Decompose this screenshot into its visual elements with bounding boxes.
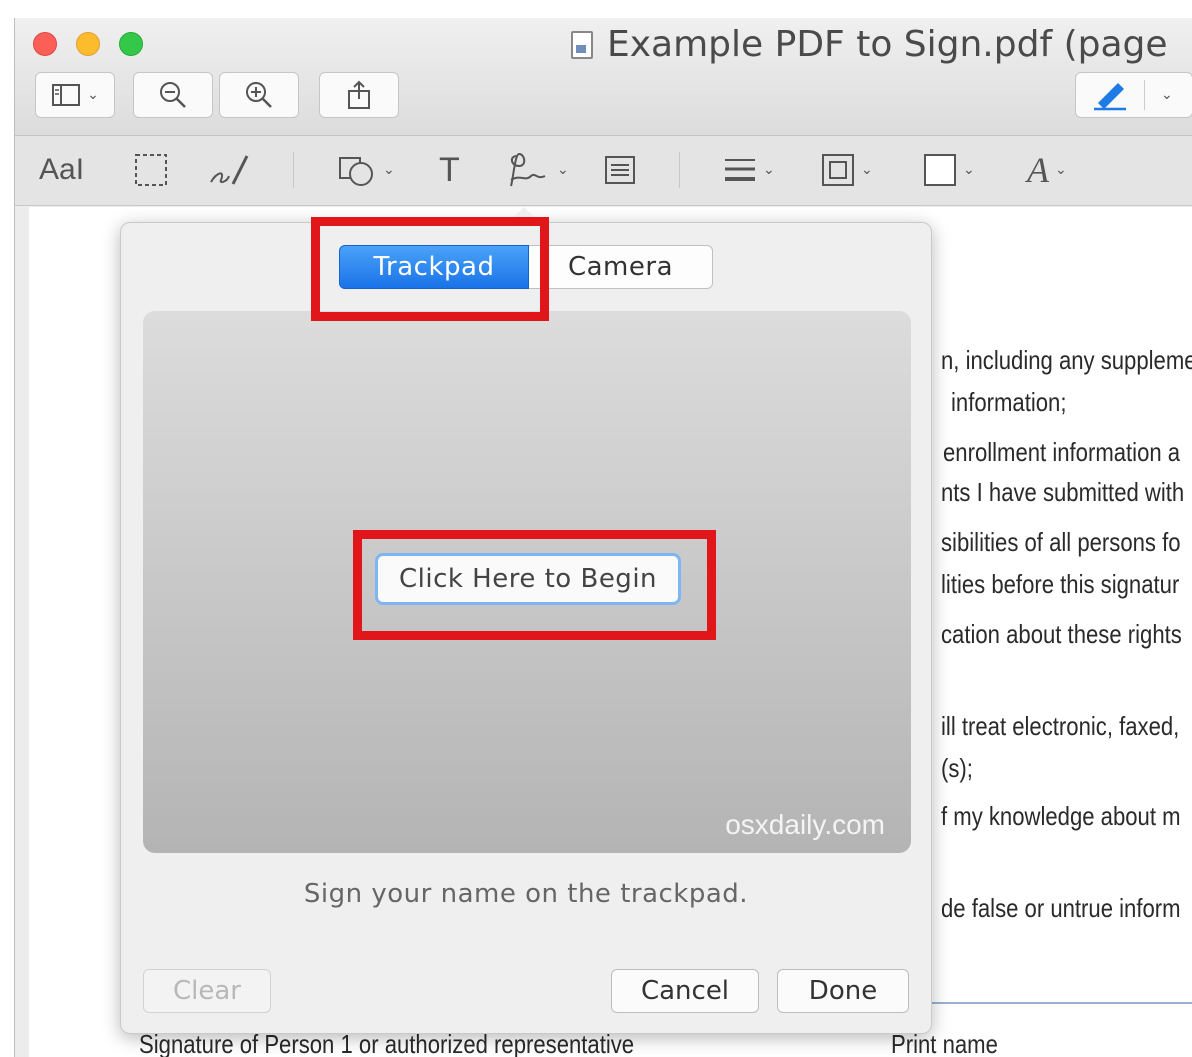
window-title: Example PDF to Sign.pdf (page [571,24,1168,65]
pdf-text-line: f my knowledge about m [941,801,1181,831]
font-tool[interactable]: A ⌄ [1027,148,1067,192]
trackpad-highlight-box [311,217,549,321]
chevron-down-icon: ⌄ [763,162,775,178]
pdf-text-line: (s); [941,753,973,783]
close-window-button[interactable] [33,32,57,56]
zoom-window-button[interactable] [119,32,143,56]
note-icon [605,156,635,184]
font-icon: A [1027,150,1049,190]
sidebar-icon [52,84,81,106]
trackpad-hint: Sign your name on the trackpad. [303,879,749,909]
selection-icon [135,154,167,186]
border-color-tool[interactable]: ⌄ [821,148,873,192]
pdf-text-line: cation about these rights [941,619,1182,649]
chevron-down-icon: ⌄ [963,162,975,178]
pdf-text-line: ill treat electronic, faxed, [941,711,1180,741]
begin-highlight-box [353,530,716,640]
markup-toolbar-button[interactable]: ⌄ [1075,72,1192,118]
chevron-down-icon: ⌄ [1055,162,1067,178]
chevron-down-icon: ⌄ [1161,87,1173,103]
pdf-text-line: sibilities of all persons fo [941,527,1181,557]
note-tool[interactable] [603,148,637,192]
chevron-down-icon: ⌄ [861,162,873,178]
pdf-text-line: information; [951,387,1067,417]
cancel-button[interactable]: Cancel [611,969,759,1013]
zoom-in-button[interactable] [219,72,299,118]
pdf-text-line: n, including any suppleme [941,345,1192,375]
rectangular-selection-tool[interactable] [133,148,169,192]
sketch-icon [210,155,249,185]
share-button[interactable] [319,72,399,118]
text-tool[interactable]: T [439,148,460,192]
zoom-out-button[interactable] [133,72,213,118]
chevron-down-icon: ⌄ [383,162,395,178]
shapes-icon [339,157,373,186]
minimize-window-button[interactable] [76,32,100,56]
fill-color-tool[interactable]: ⌄ [923,148,975,192]
chevron-down-icon: ⌄ [87,87,99,103]
pdf-document-icon [571,30,593,59]
text-style-icon: AaI [39,153,85,186]
border-color-icon [822,154,854,186]
share-icon [348,80,370,109]
toolbar-separator [679,152,680,188]
toolbar-separator [293,152,294,188]
sketch-tool[interactable] [207,148,253,192]
markup-toolbar: AaI ⌄ T ⌄ ⌄ ⌄ ⌄ A ⌄ [15,136,1192,206]
tab-camera[interactable]: Camera [529,245,713,289]
pdf-text-line: enrollment information a [943,437,1181,467]
sidebar-button[interactable]: ⌄ [35,72,115,118]
pen-icon [1094,83,1126,111]
text-icon: T [439,150,460,189]
signature-icon [510,152,546,187]
clear-button[interactable]: Clear [143,969,271,1013]
zoom-in-icon [246,82,272,108]
done-button[interactable]: Done [777,969,909,1013]
pdf-text-line: nts I have submitted with [941,477,1185,507]
line-style-icon [725,159,755,181]
zoom-out-icon [160,82,186,108]
fill-color-icon [924,154,956,186]
title-bar: Example PDF to Sign.pdf (page ⌄ ⌄ [15,18,1192,136]
pdf-text-line: de false or untrue inform [941,893,1181,923]
signature-tool[interactable]: ⌄ [507,148,569,192]
chevron-down-icon: ⌄ [557,162,569,178]
watermark: osxdaily.com [725,809,885,840]
button-divider [1144,80,1145,110]
signature-rule [889,1002,1192,1004]
pdf-text-line: lities before this signatur [941,569,1180,599]
line-style-tool[interactable]: ⌄ [723,148,775,192]
text-style-tool[interactable]: AaI [39,148,84,192]
shapes-tool[interactable]: ⌄ [337,148,395,192]
window-title-text: Example PDF to Sign.pdf (page [607,24,1168,65]
